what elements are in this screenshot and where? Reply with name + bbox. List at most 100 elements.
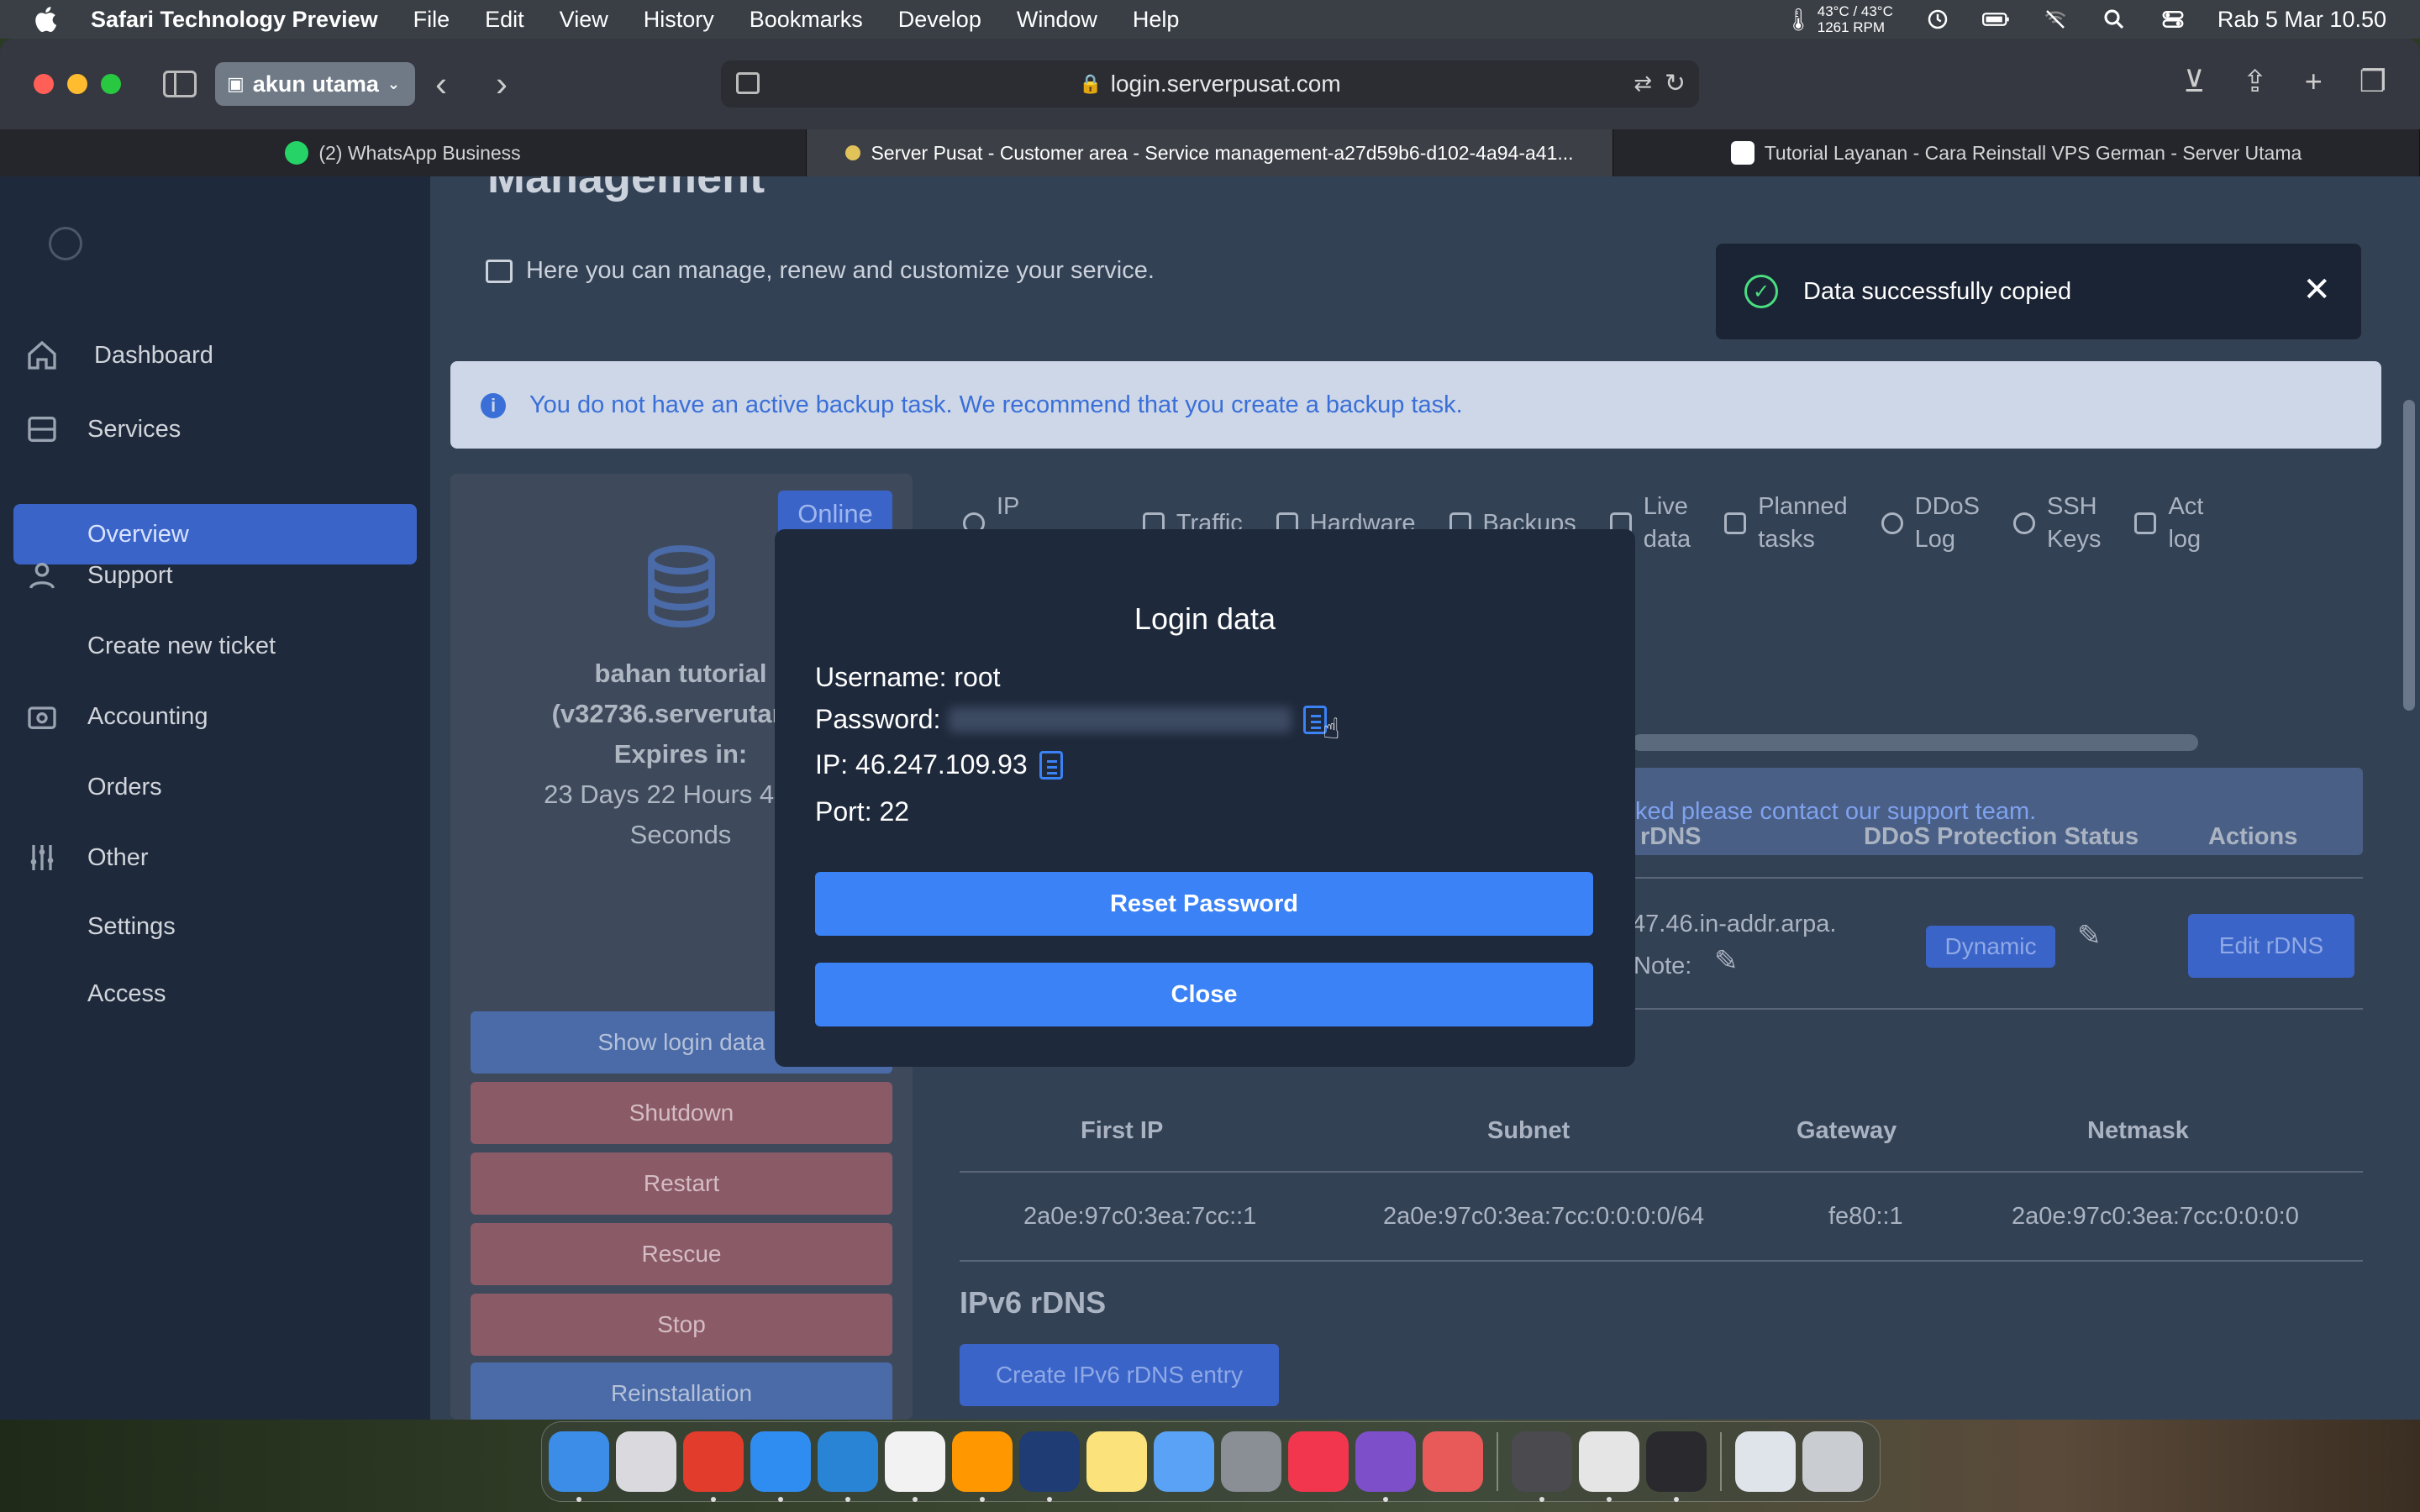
safari-icon[interactable]	[750, 1431, 811, 1502]
page-subtitle: Here you can manage, renew and customize…	[486, 257, 1155, 285]
notes-icon[interactable]	[1086, 1431, 1147, 1492]
sidebar-item-create-ticket[interactable]: Create new ticket	[25, 617, 417, 675]
page-menu-icon[interactable]	[736, 72, 760, 94]
settings-icon[interactable]	[1221, 1431, 1281, 1492]
address-bar[interactable]: 🔒 login.serverpusat.com ⇄ ↻	[721, 60, 1699, 108]
tab-server-pusat[interactable]: Server Pusat - Customer area - Service m…	[807, 129, 1613, 176]
menu-history[interactable]: History	[644, 7, 714, 33]
sublime-icon[interactable]	[952, 1431, 1013, 1502]
google-favicon-icon	[1730, 141, 1754, 165]
music-icon[interactable]	[1288, 1431, 1349, 1492]
sidebar-item-support[interactable]: Support	[25, 546, 417, 605]
back-arrow-icon[interactable]: ‹	[435, 64, 447, 104]
tab-whatsapp[interactable]: (2) WhatsApp Business	[0, 129, 807, 176]
tab-ddos-log[interactable]: DDoS Log	[1881, 491, 1980, 556]
copy-ip-icon[interactable]	[1039, 750, 1063, 780]
restart-button[interactable]: Restart	[471, 1152, 892, 1215]
apple-icon[interactable]	[32, 4, 62, 34]
sidebar-item-access[interactable]: Access	[25, 964, 417, 1023]
close-icon[interactable]: ✕	[2302, 270, 2331, 309]
tab-tutorial[interactable]: Tutorial Layanan - Cara Reinstall VPS Ge…	[1613, 129, 2420, 176]
sidebar-item-orders[interactable]: Orders	[25, 758, 417, 816]
vscode-icon[interactable]	[818, 1431, 878, 1502]
shutdown-button[interactable]: Shutdown	[471, 1082, 892, 1144]
sidebar-item-services[interactable]: Services	[25, 400, 417, 459]
pointer-hand-icon: ☝	[1323, 713, 1340, 745]
sidebar-item-accounting[interactable]: Accounting	[25, 687, 417, 746]
table-divider	[1632, 1008, 2363, 1010]
battery-icon[interactable]	[1981, 7, 2011, 32]
anydesk-icon[interactable]	[683, 1431, 744, 1502]
menu-edit[interactable]: Edit	[485, 7, 524, 33]
wifi-off-icon[interactable]	[2041, 7, 2070, 32]
close-window-button[interactable]	[34, 74, 54, 94]
menu-clock[interactable]: Rab 5 Mar 10.50	[2217, 7, 2386, 33]
tab-ssh-keys[interactable]: SSH Keys	[2012, 491, 2101, 556]
sliders-icon	[30, 845, 54, 870]
sidebar-item-settings[interactable]: Settings	[25, 897, 417, 956]
sidebar-item-dashboard[interactable]: Dashboard	[25, 326, 417, 385]
tab-overview-icon[interactable]: ❐	[2360, 64, 2386, 99]
minimize-window-button[interactable]	[67, 74, 87, 94]
trash-icon[interactable]	[1802, 1431, 1863, 1492]
temperature-widget[interactable]: 🌡 43°C / 43°C 1261 RPM	[1785, 3, 1893, 35]
control-center-icon[interactable]	[2159, 7, 2187, 32]
iphone-mirroring-icon[interactable]	[1423, 1431, 1483, 1492]
preview-icon[interactable]	[1735, 1431, 1796, 1492]
reload-icon[interactable]: ↻	[1665, 69, 1686, 98]
share-icon[interactable]: ⇪	[2243, 64, 2268, 99]
url-text: login.serverpusat.com	[1110, 71, 1341, 97]
window-controls	[34, 74, 121, 94]
mail-icon[interactable]	[1154, 1431, 1214, 1492]
rescue-button[interactable]: Rescue	[471, 1223, 892, 1285]
info-icon: i	[481, 393, 506, 418]
zoom-window-button[interactable]	[101, 74, 121, 94]
menu-file[interactable]: File	[413, 7, 450, 33]
activity-monitor-icon[interactable]	[1646, 1431, 1707, 1502]
calculator-icon[interactable]	[1512, 1431, 1572, 1502]
chatgpt-icon[interactable]	[885, 1431, 945, 1502]
reinstallation-button[interactable]: Reinstallation	[471, 1362, 892, 1420]
user-icon	[29, 563, 55, 589]
new-tab-icon[interactable]: +	[2305, 64, 2323, 99]
time-machine-icon[interactable]	[1923, 7, 1952, 32]
launchpad-icon[interactable]	[616, 1431, 676, 1492]
toast-message: Data successfully copied	[1803, 277, 2072, 305]
horizontal-scrollbar[interactable]	[1632, 734, 2198, 751]
reset-password-button[interactable]: Reset Password	[815, 872, 1593, 936]
home-icon	[28, 340, 56, 370]
menu-view[interactable]: View	[560, 7, 608, 33]
app-name[interactable]: Safari Technology Preview	[91, 7, 378, 33]
cloud-icon[interactable]	[1019, 1431, 1080, 1502]
edit-rdns-button[interactable]: Edit rDNS	[2188, 914, 2354, 978]
sidebar-toggle-icon[interactable]	[163, 71, 197, 97]
finder-icon[interactable]	[549, 1431, 609, 1502]
chevron-down-icon: ⌄	[387, 75, 400, 92]
safari-preview-icon[interactable]	[1355, 1431, 1416, 1502]
key-icon	[2012, 512, 2035, 534]
menu-help[interactable]: Help	[1133, 7, 1180, 33]
spotlight-search-icon[interactable]	[2100, 7, 2128, 32]
vertical-scrollbar[interactable]	[2403, 400, 2415, 711]
sidebar-item-label: Support	[87, 561, 173, 589]
edit-ddos-pencil-icon[interactable]: ✎	[2077, 919, 2102, 953]
tab-activity-log[interactable]: Act log	[2134, 491, 2203, 556]
menu-develop[interactable]: Develop	[898, 7, 981, 33]
menu-bookmarks[interactable]: Bookmarks	[750, 7, 863, 33]
port-row: Port: 22	[815, 796, 909, 827]
translate-icon[interactable]: ⇄	[1634, 71, 1652, 97]
close-button[interactable]: Close	[815, 963, 1593, 1026]
create-ipv6-rdns-button[interactable]: Create IPv6 rDNS entry	[960, 1344, 1279, 1406]
menu-window[interactable]: Window	[1017, 7, 1097, 33]
edit-note-pencil-icon[interactable]: ✎	[1714, 944, 1739, 978]
sidebar-item-other[interactable]: Other	[25, 828, 417, 887]
tab-planned-tasks[interactable]: Planned tasks	[1724, 491, 1848, 556]
ipv6-rdns-heading: IPv6 rDNS	[960, 1285, 1107, 1320]
forward-arrow-icon[interactable]: ›	[496, 64, 508, 104]
column-header-subnet: Subnet	[1487, 1117, 1570, 1144]
downloads-icon[interactable]: ⊻	[2183, 64, 2205, 99]
profile-switcher[interactable]: ▣ akun utama ⌄	[215, 62, 415, 106]
chrome-icon[interactable]	[1579, 1431, 1639, 1502]
table-divider	[1632, 877, 2363, 879]
stop-button[interactable]: Stop	[471, 1294, 892, 1356]
